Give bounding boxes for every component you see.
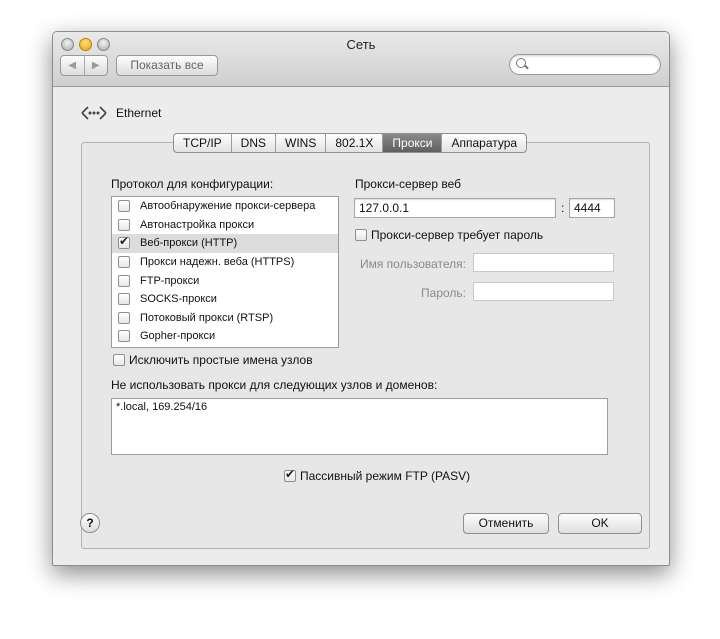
- checkbox-auto-config[interactable]: [118, 218, 130, 231]
- forward-button[interactable]: ▶: [83, 56, 108, 75]
- bypass-heading: Не использовать прокси для следующих узл…: [111, 378, 438, 392]
- tab-dns[interactable]: DNS: [230, 134, 275, 152]
- checkbox-https[interactable]: [118, 256, 130, 269]
- proxy-server-heading: Прокси-сервер веб: [355, 177, 461, 191]
- protocol-label: Автообнаружение прокси-сервера: [140, 200, 316, 213]
- protocol-row-https[interactable]: Прокси надежн. веба (HTTPS): [112, 253, 338, 272]
- tab-hardware[interactable]: Аппаратура: [441, 134, 526, 152]
- passive-ftp-label: Пассивный режим FTP (PASV): [300, 469, 471, 483]
- proxy-port-field[interactable]: 4444: [569, 198, 615, 218]
- protocol-row-http[interactable]: Веб-прокси (HTTP): [112, 234, 338, 253]
- protocol-label: Автонастройка прокси: [140, 218, 255, 231]
- checkbox-auto-discovery[interactable]: [118, 200, 130, 213]
- title-bar: Сеть ◀ ▶ Показать все: [53, 32, 669, 87]
- protocol-label: FTP-прокси: [140, 274, 200, 287]
- checkbox-socks[interactable]: [118, 293, 130, 306]
- tab-bar: TCP/IP DNS WINS 802.1X Прокси Аппаратура: [173, 133, 528, 153]
- show-all-button[interactable]: Показать все: [116, 55, 218, 76]
- tab-proxies[interactable]: Прокси: [382, 134, 442, 152]
- port-separator: :: [561, 201, 565, 215]
- search-input[interactable]: [530, 57, 654, 73]
- back-forward-group: ◀ ▶: [60, 55, 108, 76]
- checkbox-http[interactable]: [118, 234, 130, 250]
- checkbox-rtsp[interactable]: [118, 311, 130, 324]
- bypass-hosts-textarea[interactable]: *.local, 169.254/16: [111, 398, 608, 455]
- ethernet-icon: [81, 106, 107, 120]
- tab-8021x[interactable]: 802.1X: [325, 134, 382, 152]
- protocol-list: Автообнаружение прокси-сервера Автонастр…: [111, 196, 339, 348]
- protocol-row-ftp[interactable]: FTP-прокси: [112, 271, 338, 290]
- search-icon: [516, 58, 526, 68]
- protocol-label: Веб-прокси (HTTP): [140, 237, 238, 250]
- cancel-button[interactable]: Отменить: [463, 513, 549, 534]
- chevron-right-icon: ▶: [91, 60, 100, 71]
- chevron-left-icon: ◀: [68, 60, 77, 71]
- network-preferences-window: Сеть ◀ ▶ Показать все Ethernet TCP/IP DN…: [52, 31, 670, 566]
- protocol-row-rtsp[interactable]: Потоковый прокси (RTSP): [112, 309, 338, 328]
- protocol-label: Прокси надежн. веба (HTTPS): [140, 256, 295, 269]
- password-field[interactable]: [473, 282, 614, 301]
- username-label: Имя пользователя:: [359, 257, 466, 271]
- protocol-row-socks[interactable]: SOCKS-прокси: [112, 290, 338, 309]
- protocol-row-gopher[interactable]: Gopher-прокси: [112, 327, 338, 346]
- exclude-simple-hostnames-checkbox[interactable]: [113, 354, 125, 366]
- protocol-row-auto-discovery[interactable]: Автообнаружение прокси-сервера: [112, 197, 338, 216]
- password-label: Пароль:: [421, 286, 466, 300]
- back-button[interactable]: ◀: [61, 56, 84, 75]
- proxy-host-field[interactable]: 127.0.0.1: [354, 198, 556, 218]
- requires-password-label: Прокси-сервер требует пароль: [371, 228, 544, 242]
- help-button[interactable]: ?: [80, 513, 100, 533]
- protocol-label: Gopher-прокси: [140, 330, 216, 343]
- tab-tcpip[interactable]: TCP/IP: [174, 134, 231, 152]
- interface-name: Ethernet: [116, 106, 162, 120]
- protocol-row-auto-config[interactable]: Автонастройка прокси: [112, 216, 338, 235]
- checkbox-gopher[interactable]: [118, 330, 130, 343]
- search-field[interactable]: [509, 54, 661, 75]
- checkbox-ftp[interactable]: [118, 274, 130, 287]
- username-field[interactable]: [473, 253, 614, 272]
- exclude-simple-hostnames-label: Исключить простые имена узлов: [129, 353, 313, 367]
- protocols-heading: Протокол для конфигурации:: [111, 177, 274, 191]
- window-title: Сеть: [346, 37, 376, 52]
- tab-wins[interactable]: WINS: [275, 134, 325, 152]
- protocol-label: SOCKS-прокси: [140, 293, 217, 306]
- protocol-label: Потоковый прокси (RTSP): [140, 311, 274, 324]
- ok-button[interactable]: OK: [558, 513, 642, 534]
- requires-password-checkbox[interactable]: [355, 229, 367, 241]
- passive-ftp-checkbox[interactable]: [284, 467, 296, 482]
